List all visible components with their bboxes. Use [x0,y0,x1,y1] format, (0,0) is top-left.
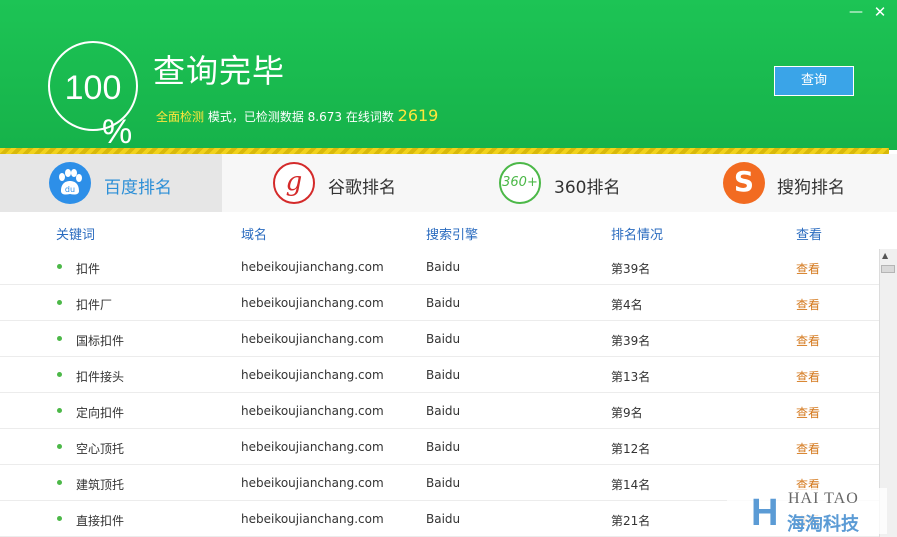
tab-360-label: 360排名 [554,178,621,198]
engine-cell: Baidu [426,404,461,418]
minimize-button[interactable]: — [846,2,866,22]
bullet-dot-icon [57,300,62,305]
table-row: 定向扣件 hebeikoujianchang.com Baidu 第9名 查看 [0,393,880,429]
keyword-cell: 扣件接头 [76,370,125,384]
engine-cell: Baidu [426,368,461,382]
baidu-paw-icon: du [49,162,91,204]
rank-cell: 第14名 [611,478,651,492]
engine-cell: Baidu [426,476,461,490]
svg-text:du: du [65,185,75,194]
tab-sogou[interactable]: S 搜狗排名 [666,154,888,212]
rank-cell: 第4名 [611,298,643,312]
keyword-cell: 直接扣件 [76,514,125,528]
google-g-icon: g [273,162,315,204]
domain-cell: hebeikoujianchang.com [241,368,384,382]
detection-stats: 全面检测 模式，已检测数据 8.673 在线词数 2619 [156,106,438,125]
column-header-rank: 排名情况 [611,228,664,243]
mode-label: 全面检测 [156,110,205,124]
sogou-s-icon: S [723,162,765,204]
watermark-english: HAI TAO [788,490,859,507]
bullet-dot-icon [57,336,62,341]
keyword-cell: 空心顶托 [76,442,125,456]
rank-cell: 第39名 [611,334,651,348]
engine-cell: Baidu [426,296,461,310]
tab-sogou-label: 搜狗排名 [777,178,845,198]
column-header-engine: 搜索引擎 [426,228,479,243]
domain-cell: hebeikoujianchang.com [241,296,384,310]
engine-cell: Baidu [426,440,461,454]
column-header-domain: 域名 [241,228,268,243]
scrollbar-thumb[interactable] [881,265,895,273]
progress-ring: 100 % [48,41,138,151]
view-link[interactable]: 查看 [796,368,820,385]
table-row: 国标扣件 hebeikoujianchang.com Baidu 第39名 查看 [0,321,880,357]
rank-cell: 第13名 [611,370,651,384]
bullet-dot-icon [57,516,62,521]
view-link[interactable]: 查看 [796,404,820,421]
watermark-h-letter: H [751,492,779,534]
result-header: — ✕ 100 % 查询完毕 全面检测 模式，已检测数据 8.673 在线词数 … [0,0,897,151]
bullet-dot-icon [57,372,62,377]
progress-unit: % [102,113,133,151]
close-button[interactable]: ✕ [870,2,890,22]
tab-baidu-label: 百度排名 [104,178,172,198]
rank-cell: 第9名 [611,406,643,420]
domain-cell: hebeikoujianchang.com [241,440,384,454]
domain-cell: hebeikoujianchang.com [241,476,384,490]
rank-cell: 第39名 [611,262,651,276]
domain-cell: hebeikoujianchang.com [241,512,384,526]
tab-baidu[interactable]: du 百度排名 [0,154,222,212]
view-link[interactable]: 查看 [796,260,820,277]
watermark-chinese: 海淘科技 [787,514,859,535]
tab-google-label: 谷歌排名 [328,178,396,198]
query-button[interactable]: 查询 [774,66,854,96]
engine-tabs: du 百度排名 g 谷歌排名 360+ 360排名 S 搜狗排名 [0,154,897,212]
bullet-dot-icon [57,264,62,269]
stats-text: 模式，已检测数据 8.673 在线词数 [204,110,398,124]
table-row: 空心顶托 hebeikoujianchang.com Baidu 第12名 查看 [0,429,880,465]
engine-cell: Baidu [426,260,461,274]
keyword-cell: 扣件厂 [76,298,113,312]
engine-cell: Baidu [426,332,461,346]
rank-cell: 第21名 [611,514,651,528]
bullet-dot-icon [57,408,62,413]
page-title: 查询完毕 [153,52,286,90]
keyword-cell: 国标扣件 [76,334,125,348]
view-link[interactable]: 查看 [796,332,820,349]
360-icon: 360+ [499,162,541,204]
domain-cell: hebeikoujianchang.com [241,332,384,346]
domain-cell: hebeikoujianchang.com [241,260,384,274]
progress-value: 100 [64,69,122,107]
table-row: 扣件接头 hebeikoujianchang.com Baidu 第13名 查看 [0,357,880,393]
table-row: 扣件 hebeikoujianchang.com Baidu 第39名 查看 [0,249,880,285]
engine-cell: Baidu [426,512,461,526]
word-count: 2619 [397,106,439,125]
domain-cell: hebeikoujianchang.com [241,404,384,418]
haitao-watermark-logo: H HAI TAO 海淘科技 [727,488,887,535]
keyword-cell: 定向扣件 [76,406,125,420]
keyword-cell: 建筑顶托 [76,478,125,492]
tab-360[interactable]: 360+ 360排名 [444,154,666,212]
view-link[interactable]: 查看 [796,440,820,457]
column-header-keyword: 关键词 [56,228,96,243]
column-header-view: 查看 [796,228,823,243]
tab-google[interactable]: g 谷歌排名 [222,154,444,212]
keyword-cell: 扣件 [76,262,101,276]
view-link[interactable]: 查看 [796,296,820,313]
table-row: 扣件厂 hebeikoujianchang.com Baidu 第4名 查看 [0,285,880,321]
rank-cell: 第12名 [611,442,651,456]
bullet-dot-icon [57,444,62,449]
scroll-up-arrow-icon[interactable]: ▲ [882,251,888,260]
bullet-dot-icon [57,480,62,485]
